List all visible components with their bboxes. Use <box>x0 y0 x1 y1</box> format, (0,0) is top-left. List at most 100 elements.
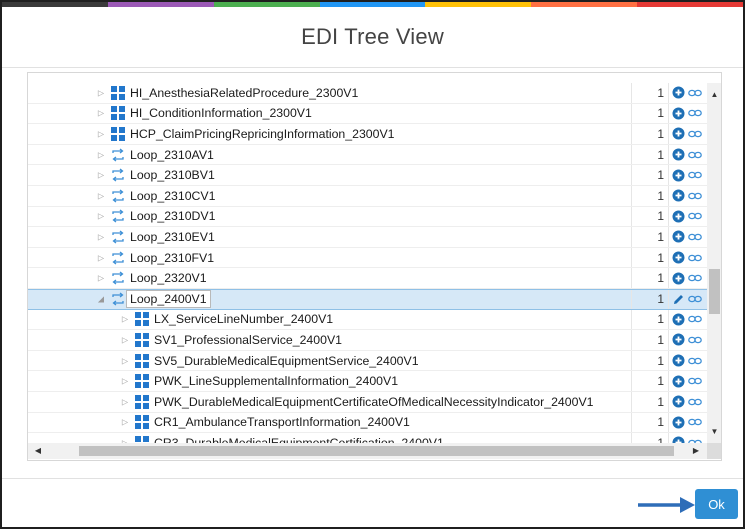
tree-row[interactable]: ▷ CR3_DurableMedicalEquipmentCertificatio… <box>28 433 707 443</box>
scroll-down-icon[interactable]: ▼ <box>707 424 721 439</box>
tree-node-label[interactable]: Loop_2320V1 <box>130 271 207 285</box>
link-icon[interactable] <box>688 150 702 160</box>
row-actions <box>672 312 706 326</box>
tree-row[interactable]: ▷ CR1_AmbulanceTransportInformation_2400V… <box>28 412 707 434</box>
tree-row[interactable]: ▷ Loop_2310FV1 1 <box>28 247 707 269</box>
link-icon[interactable] <box>688 397 702 407</box>
link-icon[interactable] <box>688 253 702 263</box>
expand-arrow-icon[interactable]: ▷ <box>96 232 106 241</box>
tree-row[interactable]: ▷ SV1_ProfessionalService_2400V1 1 <box>28 330 707 351</box>
tree-row[interactable]: ▷ Loop_2310CV1 1 <box>28 185 707 207</box>
link-icon[interactable] <box>688 314 702 324</box>
tree-row[interactable]: ▷ Loop_2320V1 1 <box>28 268 707 289</box>
add-circle-icon[interactable] <box>672 169 685 182</box>
link-icon[interactable] <box>688 356 702 366</box>
link-icon[interactable] <box>688 191 702 201</box>
tree-node-label[interactable]: Loop_2400V1 <box>126 290 211 309</box>
tree-node-label[interactable]: Loop_2310EV1 <box>130 230 215 244</box>
expand-arrow-icon[interactable]: ▷ <box>120 377 130 386</box>
tree-node-label[interactable]: Loop_2310AV1 <box>130 148 214 162</box>
scroll-right-icon[interactable]: ▶ <box>688 443 704 459</box>
tree-row[interactable]: ▷ Loop_2310DV1 1 <box>28 206 707 228</box>
add-circle-icon[interactable] <box>672 107 685 120</box>
tree-node-label[interactable]: Loop_2310CV1 <box>130 189 215 203</box>
expand-arrow-icon[interactable]: ▷ <box>120 397 130 406</box>
expand-arrow-icon[interactable]: ▷ <box>96 253 106 262</box>
add-circle-icon[interactable] <box>672 375 685 388</box>
tree-row[interactable]: ▷ LX_ServiceLineNumber_2400V1 1 <box>28 309 707 331</box>
vertical-scroll-thumb[interactable] <box>709 269 720 314</box>
tree-node-label[interactable]: HI_AnesthesiaRelatedProcedure_2300V1 <box>130 86 358 100</box>
expand-arrow-icon[interactable]: ▷ <box>120 356 130 365</box>
link-icon[interactable] <box>688 170 702 180</box>
scroll-up-icon[interactable]: ▲ <box>707 87 721 102</box>
add-circle-icon[interactable] <box>672 189 685 202</box>
expand-arrow-icon[interactable]: ▷ <box>96 212 106 221</box>
add-circle-icon[interactable] <box>672 272 685 285</box>
add-circle-icon[interactable] <box>672 354 685 367</box>
tree-node-label[interactable]: PWK_DurableMedicalEquipmentCertificateOf… <box>154 395 593 409</box>
link-icon[interactable] <box>688 88 702 98</box>
horizontal-scroll-thumb[interactable] <box>79 446 674 456</box>
collapse-arrow-icon[interactable]: ◢ <box>96 295 106 304</box>
tree-node-label[interactable]: Loop_2310DV1 <box>130 209 215 223</box>
tree-node-label[interactable]: LX_ServiceLineNumber_2400V1 <box>154 312 333 326</box>
expand-arrow-icon[interactable]: ▷ <box>120 315 130 324</box>
link-icon[interactable] <box>688 273 702 283</box>
expand-arrow-icon[interactable]: ▷ <box>120 418 130 427</box>
tree-node-label[interactable]: CR3_DurableMedicalEquipmentCertification… <box>154 436 444 443</box>
link-icon[interactable] <box>688 108 702 118</box>
expand-arrow-icon[interactable]: ▷ <box>96 274 106 283</box>
add-circle-icon[interactable] <box>672 230 685 243</box>
tree-row[interactable]: ▷ HI_ConditionInformation_2300V1 1 <box>28 103 707 125</box>
tree-row-selected[interactable]: ◢ Loop_2400V1 1 <box>28 288 707 310</box>
expand-arrow-icon[interactable]: ▷ <box>96 191 106 200</box>
tree-row[interactable]: ▷ HCP_ClaimPricingRepricingInformation_23… <box>28 124 707 145</box>
loop-icon <box>111 251 125 265</box>
tree-row[interactable]: ▷ HI_AnesthesiaRelatedProcedure_2300V1 1 <box>28 83 707 104</box>
tree-row[interactable]: ▷ PWK_LineSupplementalInformation_2400V1 1 <box>28 371 707 392</box>
expand-arrow-icon[interactable]: ▷ <box>96 171 106 180</box>
tree-node-label[interactable]: CR1_AmbulanceTransportInformation_2400V1 <box>154 415 410 429</box>
add-circle-icon[interactable] <box>672 148 685 161</box>
add-circle-icon[interactable] <box>672 333 685 346</box>
tree-node-label[interactable]: PWK_LineSupplementalInformation_2400V1 <box>154 374 398 388</box>
link-icon[interactable] <box>688 294 702 304</box>
tree-node-label[interactable]: HI_ConditionInformation_2300V1 <box>130 106 312 120</box>
add-circle-icon[interactable] <box>672 395 685 408</box>
scroll-left-icon[interactable]: ◀ <box>30 443 46 459</box>
expand-arrow-icon[interactable]: ▷ <box>96 88 106 97</box>
tree-node-label[interactable]: SV5_DurableMedicalEquipmentService_2400V… <box>154 354 419 368</box>
add-circle-icon[interactable] <box>672 416 685 429</box>
link-icon[interactable] <box>688 417 702 427</box>
link-icon[interactable] <box>688 335 702 345</box>
tree-row[interactable]: ▷ SV5_DurableMedicalEquipmentService_2400… <box>28 350 707 372</box>
tree-row[interactable]: ▷ Loop_2310BV1 1 <box>28 165 707 186</box>
expand-arrow-icon[interactable]: ▷ <box>96 150 106 159</box>
add-circle-icon[interactable] <box>672 86 685 99</box>
add-circle-icon[interactable] <box>672 436 685 443</box>
tree-node-label[interactable]: HCP_ClaimPricingRepricingInformation_230… <box>130 127 395 141</box>
tree-node-label[interactable]: SV1_ProfessionalService_2400V1 <box>154 333 342 347</box>
add-circle-icon[interactable] <box>672 313 685 326</box>
link-icon[interactable] <box>688 129 702 139</box>
tree-node-label[interactable]: Loop_2310BV1 <box>130 168 215 182</box>
link-icon[interactable] <box>688 376 702 386</box>
tree-row[interactable]: ▷ Loop_2310EV1 1 <box>28 227 707 248</box>
expand-arrow-icon[interactable]: ▷ <box>120 335 130 344</box>
horizontal-scrollbar[interactable]: ◀ ▶ <box>28 443 707 459</box>
expand-arrow-icon[interactable]: ▷ <box>96 109 106 118</box>
tree-row[interactable]: ▷ PWK_DurableMedicalEquipmentCertificateO… <box>28 391 707 413</box>
ok-button[interactable]: Ok <box>695 489 738 519</box>
edit-pencil-icon[interactable] <box>672 293 685 306</box>
tree-node-label[interactable]: Loop_2310FV1 <box>130 251 214 265</box>
add-circle-icon[interactable] <box>672 127 685 140</box>
tree-row[interactable]: ▷ Loop_2310AV1 1 <box>28 144 707 166</box>
expand-arrow-icon[interactable]: ▷ <box>96 129 106 138</box>
link-icon[interactable] <box>688 232 702 242</box>
vertical-scrollbar[interactable]: ▲ ▼ <box>707 83 721 443</box>
add-circle-icon[interactable] <box>672 251 685 264</box>
add-circle-icon[interactable] <box>672 210 685 223</box>
link-icon[interactable] <box>688 211 702 221</box>
segment-grid-icon <box>111 106 125 121</box>
